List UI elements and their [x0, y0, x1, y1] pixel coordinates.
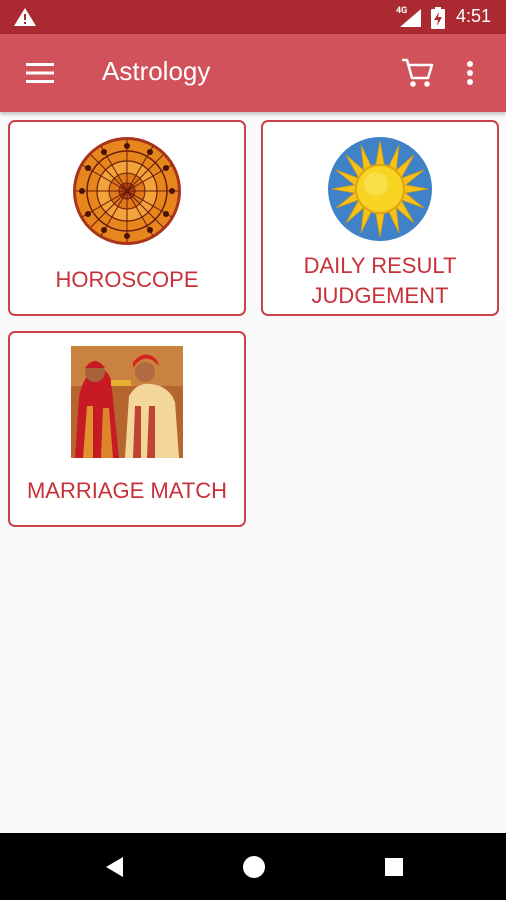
daily-result-label-line2: JUDGEMENT	[311, 283, 449, 308]
marriage-match-card[interactable]: MARRIAGE MATCH	[8, 331, 246, 527]
app-title: Astrology	[102, 56, 211, 86]
sun-image	[324, 135, 436, 247]
status-bar: 4G 4:51	[0, 0, 506, 34]
daily-result-card[interactable]: DAILY RESULT JUDGEMENT	[261, 120, 499, 316]
recents-icon[interactable]	[384, 857, 404, 877]
warning-icon	[14, 8, 36, 26]
daily-result-label-line1: DAILY RESULT	[303, 253, 457, 278]
navigation-bar	[0, 833, 506, 900]
signal-icon	[400, 9, 421, 27]
back-icon[interactable]	[104, 856, 126, 878]
status-time: 4:51	[456, 6, 492, 26]
horoscope-label: HOROSCOPE	[55, 267, 199, 292]
menu-icon[interactable]	[26, 62, 54, 84]
zodiac-wheel-image	[71, 135, 183, 247]
battery-charging-icon	[431, 7, 445, 29]
home-icon[interactable]	[242, 855, 266, 879]
wedding-couple-image	[71, 346, 183, 458]
daily-result-label: DAILY RESULT JUDGEMENT	[263, 251, 497, 311]
more-vert-icon[interactable]	[466, 60, 474, 86]
horoscope-card[interactable]: HOROSCOPE	[8, 120, 246, 316]
cart-icon[interactable]	[400, 56, 434, 90]
marriage-match-label: MARRIAGE MATCH	[26, 478, 228, 503]
app-bar: Astrology	[0, 34, 506, 112]
